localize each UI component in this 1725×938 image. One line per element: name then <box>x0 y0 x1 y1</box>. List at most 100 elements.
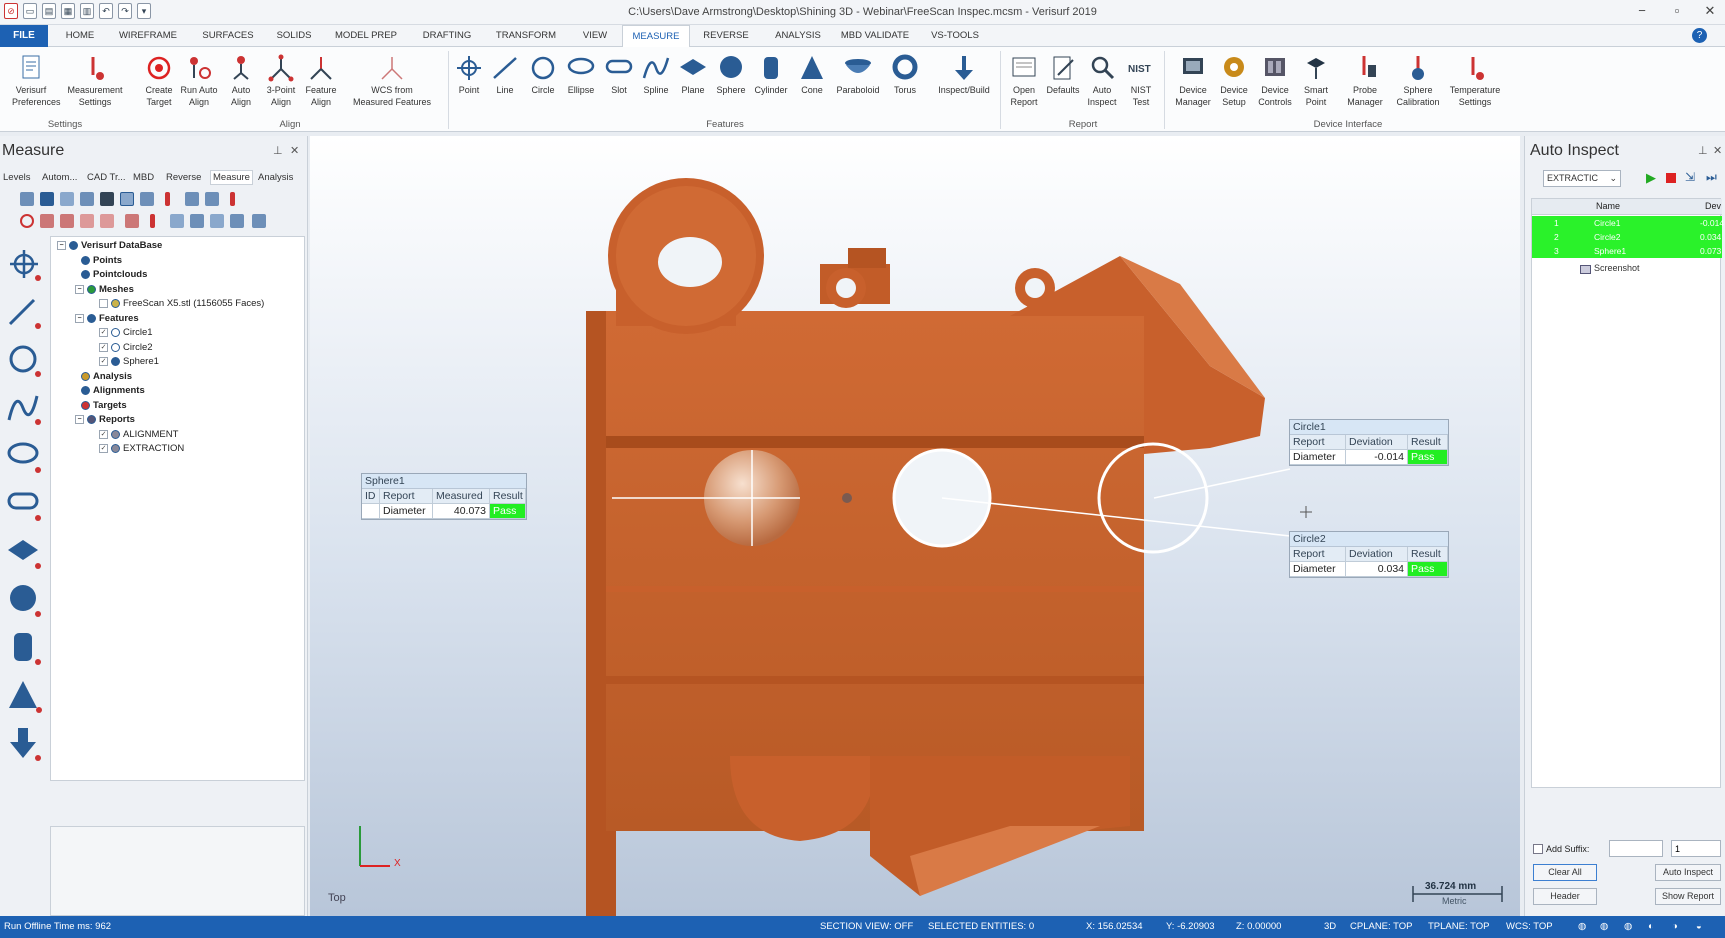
tab-measure-panel[interactable]: Measure <box>210 170 253 185</box>
shade-icon[interactable]: ◐ <box>1648 921 1654 932</box>
toolbar-icon[interactable] <box>210 214 224 228</box>
slot-button[interactable]: Slot <box>600 53 638 95</box>
defaults-button[interactable]: Defaults <box>1044 53 1082 95</box>
step-icon[interactable]: ⇲ <box>1685 170 1695 184</box>
status-selected[interactable]: SELECTED ENTITIES: 0 <box>928 921 1034 932</box>
line-button[interactable]: Line <box>486 53 524 95</box>
collapse-icon[interactable]: − <box>75 313 84 323</box>
nist-test-button[interactable]: NIST NIST Test <box>1122 53 1160 107</box>
spline-tool-icon[interactable] <box>6 390 42 426</box>
collapse-icon[interactable]: − <box>75 284 84 294</box>
toolbar-icon[interactable] <box>100 214 114 228</box>
suffix-number-input[interactable] <box>1671 840 1721 857</box>
temperature-settings-button[interactable]: Temperature Settings <box>1446 53 1504 107</box>
tree-node[interactable]: ✓ Circle1 <box>99 327 153 338</box>
wcs-from-measured-features-button[interactable]: WCS from Measured Features <box>346 53 438 107</box>
tree-node[interactable]: ✓ Circle2 <box>99 342 153 353</box>
collapse-icon[interactable]: − <box>75 415 84 424</box>
tab-transform[interactable]: TRANSFORM <box>490 25 562 47</box>
feature-align-button[interactable]: Feature Align <box>302 53 340 107</box>
auto-inspect-button[interactable]: Auto Inspect <box>1083 53 1121 107</box>
tree-node[interactable]: Pointclouds <box>81 269 147 280</box>
tab-drafting[interactable]: DRAFTING <box>414 25 480 47</box>
tab-measure[interactable]: MEASURE <box>622 25 690 48</box>
auto-inspect-run-button[interactable]: Auto Inspect <box>1655 864 1721 881</box>
grid-row[interactable]: 2 Circle2 0.034 <box>1532 230 1722 244</box>
toolbar-icon[interactable] <box>80 192 94 206</box>
sphere1-callout[interactable]: Sphere1 ID Report Measured Result Diamet… <box>361 473 527 520</box>
skip-end-icon[interactable]: ⏭ <box>1706 170 1717 185</box>
pin-icon[interactable]: ⊥ <box>1698 144 1708 157</box>
tab-mbd[interactable]: MBD <box>133 172 154 183</box>
device-manager-button[interactable]: Device Manager <box>1174 53 1212 107</box>
show-report-button[interactable]: Show Report <box>1655 888 1721 905</box>
torus-button[interactable]: Torus <box>886 53 924 95</box>
checkbox-icon[interactable]: ✓ <box>99 357 108 366</box>
toolbar-icon[interactable] <box>165 192 170 206</box>
slot-tool-icon[interactable] <box>6 486 42 522</box>
tab-wireframe[interactable]: WIREFRAME <box>114 25 182 47</box>
tab-mbd-validate[interactable]: MBD VALIDATE <box>836 25 914 47</box>
toolbar-icon[interactable] <box>40 214 54 228</box>
smart-point-button[interactable]: Smart Point <box>1297 53 1335 107</box>
help-icon[interactable]: ? <box>1692 28 1707 43</box>
checkbox-icon[interactable]: ✓ <box>99 328 108 337</box>
tab-reverse-panel[interactable]: Reverse <box>166 172 201 183</box>
tab-levels[interactable]: Levels <box>3 172 30 183</box>
shade-icon[interactable]: ◒ <box>1696 921 1702 932</box>
checkbox-icon[interactable] <box>99 299 108 308</box>
probe-manager-button[interactable]: Probe Manager <box>1346 53 1384 107</box>
grid-row[interactable]: 1 Circle1 -0.014 <box>1532 216 1724 230</box>
tab-surfaces[interactable]: SURFACES <box>195 25 261 47</box>
cone-button[interactable]: Cone <box>793 53 831 95</box>
tree-node[interactable]: Points <box>81 255 122 266</box>
close-panel-icon[interactable]: ✕ <box>1713 144 1722 157</box>
tab-cad-tree[interactable]: CAD Tr... <box>87 172 126 183</box>
toolbar-icon[interactable] <box>40 192 54 206</box>
open-report-button[interactable]: Open Report <box>1005 53 1043 107</box>
cylinder-button[interactable]: Cylinder <box>752 53 790 95</box>
graphics-viewport[interactable]: Sphere1 ID Report Measured Result Diamet… <box>310 136 1520 916</box>
status-cplane[interactable]: CPLANE: TOP <box>1350 921 1412 932</box>
toolbar-icon[interactable] <box>60 192 74 206</box>
inspect-tool-icon[interactable] <box>6 726 42 762</box>
report-select[interactable]: EXTRACTIC ⌄ <box>1543 170 1621 187</box>
screenshot-item[interactable]: Screenshot <box>1594 263 1640 273</box>
three-point-align-button[interactable]: 3-Point Align <box>262 53 300 107</box>
grid-row[interactable]: 3 Sphere1 0.073 <box>1532 244 1722 258</box>
tree-node[interactable]: Targets <box>81 400 127 411</box>
toolbar-icon[interactable] <box>20 214 34 228</box>
circle-tool-icon[interactable] <box>6 342 42 378</box>
cylinder-tool-icon[interactable] <box>6 630 42 666</box>
minimize-icon[interactable]: − <box>1630 3 1654 18</box>
tree-node[interactable]: Alignments <box>81 385 145 396</box>
sphere-tool-icon[interactable] <box>6 582 42 618</box>
tab-automation[interactable]: Autom... <box>42 172 77 183</box>
tree-node[interactable]: ✓ ALIGNMENT <box>99 429 178 440</box>
ellipse-button[interactable]: Ellipse <box>562 53 600 95</box>
checkbox-icon[interactable]: ✓ <box>99 429 108 439</box>
tab-analysis-panel[interactable]: Analysis <box>258 172 293 183</box>
toolbar-icon[interactable] <box>190 214 204 228</box>
toolbar-icon[interactable] <box>100 192 114 206</box>
device-setup-button[interactable]: Device Setup <box>1215 53 1253 107</box>
globe-icon[interactable]: ◍ <box>1578 921 1586 932</box>
tab-view[interactable]: VIEW <box>574 25 616 47</box>
tab-model-prep[interactable]: MODEL PREP <box>330 25 402 47</box>
toolbar-icon[interactable] <box>170 214 184 228</box>
toolbar-icon[interactable] <box>60 214 74 228</box>
tree-node[interactable]: FreeScan X5.stl (1156055 Faces) <box>99 298 264 309</box>
toolbar-icon[interactable] <box>230 192 235 206</box>
tree-node[interactable]: − Features <box>75 313 139 324</box>
tree-node[interactable]: Analysis <box>81 371 132 382</box>
status-wcs[interactable]: WCS: TOP <box>1506 921 1553 932</box>
tab-home[interactable]: HOME <box>56 25 104 47</box>
line-tool-icon[interactable] <box>6 294 42 330</box>
circle2-callout[interactable]: Circle2 Report Deviation Result Diameter… <box>1289 531 1449 578</box>
globe-icon[interactable]: ◍ <box>1600 921 1608 932</box>
toolbar-icon[interactable] <box>205 192 219 206</box>
status-section-view[interactable]: SECTION VIEW: OFF <box>820 921 913 932</box>
measurement-settings-button[interactable]: Measurement Settings <box>62 53 128 107</box>
checkbox-icon[interactable]: ✓ <box>99 342 108 352</box>
toolbar-icon[interactable] <box>185 192 199 206</box>
